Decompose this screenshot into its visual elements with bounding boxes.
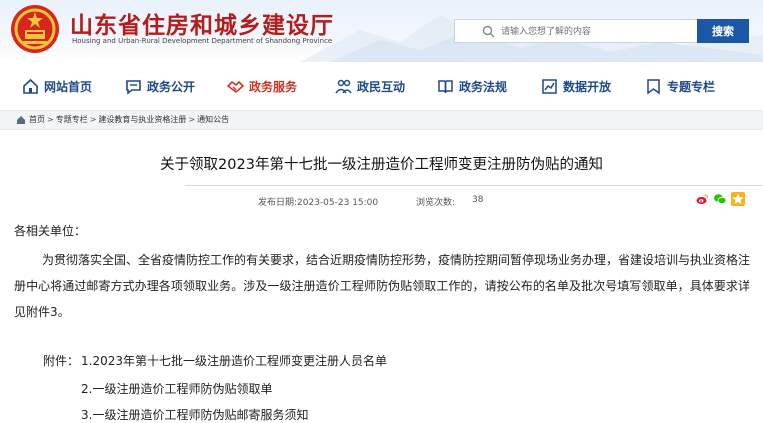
weibo-icon[interactable] — [695, 192, 709, 206]
greeting: 各相关单位： — [14, 224, 87, 238]
home-icon — [17, 115, 25, 124]
nav-label: 政务法规 — [459, 79, 508, 94]
chart-icon — [542, 78, 557, 94]
nav-label: 政务公开 — [147, 79, 196, 94]
title-divider — [185, 185, 763, 186]
breadcrumb-separator: > — [188, 115, 196, 124]
nav-label: 网站首页 — [44, 79, 93, 94]
breadcrumb-separator: > — [47, 115, 54, 124]
nav-item-interaction[interactable]: 政民互动 — [335, 76, 405, 96]
breadcrumb-education[interactable]: 建设教育与执业资格注册 — [98, 114, 186, 125]
attachment-link[interactable]: 1.2023年第十七批一级注册造价工程师变更注册人员名单 — [81, 352, 387, 369]
attachment-link[interactable]: 2.一级注册造价工程师防伪贴领取单 — [81, 380, 272, 397]
nav-label: 政民互动 — [357, 79, 406, 94]
nav-item-features[interactable]: 专题专栏 — [645, 76, 715, 96]
people-icon — [335, 79, 352, 93]
attachment-link[interactable]: 3.一级注册造价工程师防伪贴邮寄服务须知 — [81, 406, 308, 423]
main-nav: 网站首页 政务公开 政务服务 政民互动 政务法规 数据开放 专题专栏 — [0, 62, 763, 108]
home-icon — [23, 78, 38, 94]
breadcrumb-home[interactable]: 首页 — [29, 114, 45, 125]
views-count: 38 — [472, 195, 484, 205]
national-emblem-icon — [11, 5, 59, 53]
article-title: 关于领取2023年第十七批一级注册造价工程师变更注册防伪贴的通知 — [160, 157, 603, 173]
nav-item-home[interactable]: 网站首页 — [22, 76, 92, 96]
site-title: 山东省住房和城乡建设厅 — [70, 13, 334, 39]
nav-label: 专题专栏 — [667, 79, 716, 94]
views-label: 浏览次数: — [416, 198, 456, 208]
search-button[interactable]: 搜索 — [697, 19, 749, 43]
feature-icon — [647, 78, 660, 94]
breadcrumb-features[interactable]: 专题专栏 — [56, 114, 88, 125]
nav-item-gov-services[interactable]: 政务服务 — [227, 76, 297, 96]
breadcrumb: 首页 > 专题专栏 > 建设教育与执业资格注册 > 通知公告 — [16, 114, 229, 125]
nav-item-gov-affairs[interactable]: 政务公开 — [125, 76, 195, 96]
chat-icon — [126, 79, 141, 95]
attachments-label: 附件： — [43, 354, 80, 368]
site-header: 山东省住房和城乡建设厅 Housing and Urban-Rural Deve… — [0, 0, 763, 62]
handshake-icon — [227, 80, 244, 93]
publish-date: 发布日期:2023-05-23 15:00 — [258, 198, 379, 208]
breadcrumb-bar: 首页 > 专题专栏 > 建设教育与执业资格注册 > 通知公告 — [0, 110, 763, 130]
nav-label: 政务服务 — [249, 79, 298, 94]
qzone-icon[interactable] — [731, 192, 745, 206]
wechat-icon[interactable] — [713, 192, 727, 206]
article-paragraph: 为贯彻落实全国、全省疫情防控工作的有关要求，结合近期疫情防控形势，疫情防控期间暂… — [14, 253, 751, 319]
search-input[interactable] — [499, 21, 693, 43]
nav-item-regulations[interactable]: 政务法规 — [437, 76, 507, 96]
search-icon — [482, 25, 495, 38]
site-subtitle: Housing and Urban-Rural Development Depa… — [72, 37, 333, 45]
nav-label: 数据开放 — [563, 79, 612, 94]
breadcrumb-separator: > — [89, 115, 97, 124]
nav-item-open-data[interactable]: 数据开放 — [541, 76, 611, 96]
breadcrumb-notices[interactable]: 通知公告 — [197, 114, 229, 125]
book-icon — [438, 79, 453, 93]
